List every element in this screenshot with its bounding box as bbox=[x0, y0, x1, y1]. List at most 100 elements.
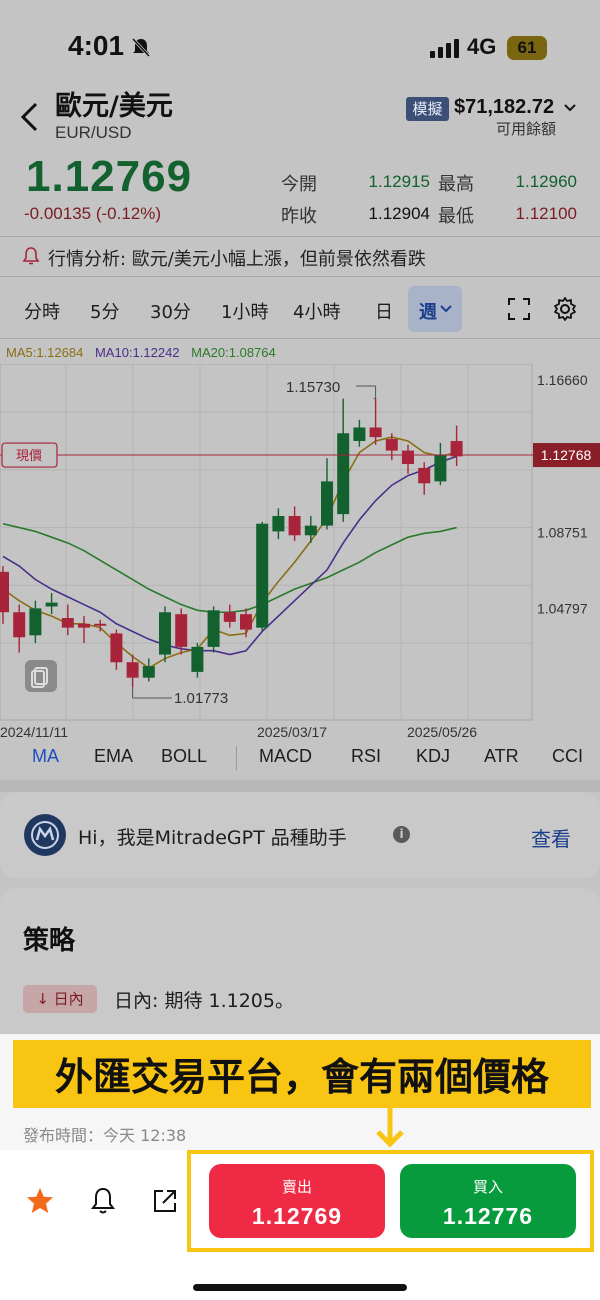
candle-body bbox=[126, 662, 139, 678]
ma5-legend: MA5:1.12684 bbox=[6, 345, 84, 360]
indicator-tab-atr[interactable]: ATR bbox=[484, 746, 519, 767]
x-tick-label: 2024/11/11 bbox=[0, 724, 68, 740]
candle-body bbox=[223, 612, 236, 622]
candle-body bbox=[288, 516, 301, 536]
candle-body bbox=[61, 618, 74, 628]
tab-timeframe-4h[interactable]: 4小時 bbox=[293, 298, 340, 324]
annotation-low-label: 1.01773 bbox=[174, 690, 228, 707]
strategy-title: 策略 bbox=[23, 926, 76, 956]
low-value: 1.12100 bbox=[515, 204, 577, 223]
candle-body bbox=[78, 623, 90, 628]
mute-bell-icon bbox=[131, 37, 151, 58]
candle-body bbox=[207, 610, 220, 647]
back-arrow-icon[interactable] bbox=[18, 100, 42, 134]
annotation-high-label: 1.15730 bbox=[286, 379, 340, 396]
buy-price: 1.12776 bbox=[442, 1203, 534, 1229]
current-price-label: 1.12768 bbox=[541, 447, 592, 463]
pair-code: EUR/USD bbox=[55, 123, 132, 142]
copy-icon[interactable] bbox=[25, 660, 57, 692]
candle-body bbox=[0, 571, 9, 613]
tab-timeframe-1h[interactable]: 1小時 bbox=[221, 298, 268, 324]
indicator-tab-cci[interactable]: CCI bbox=[552, 746, 583, 767]
gpt-greeting: Hi，我是MitradeGPT 品種助手 bbox=[78, 827, 347, 849]
fullscreen-icon[interactable] bbox=[507, 297, 531, 321]
price-alert-bell-icon[interactable] bbox=[88, 1186, 118, 1216]
alert-bell-icon bbox=[22, 247, 40, 265]
tab-timeframe-week[interactable]: 週 bbox=[419, 298, 437, 324]
low-label: 最低 bbox=[438, 206, 474, 227]
indicator-tab-ma[interactable]: MA bbox=[32, 746, 59, 767]
prev-close-label: 昨收 bbox=[281, 206, 317, 227]
candle-body bbox=[434, 454, 447, 482]
chevron-down-icon[interactable] bbox=[563, 103, 577, 113]
buy-button[interactable]: 買入 1.12776 bbox=[400, 1164, 576, 1238]
status-time: 4:01 bbox=[68, 30, 125, 61]
settings-gear-icon[interactable] bbox=[552, 296, 578, 322]
ma-legend: MA5:1.12684 MA10:1.12242 MA20:1.08764 bbox=[6, 345, 276, 360]
info-icon[interactable]: i bbox=[393, 826, 410, 843]
candle-body bbox=[337, 433, 350, 515]
account-balance[interactable]: $71,182.72 bbox=[454, 96, 554, 119]
pair-title: 歐元/美元 bbox=[55, 91, 173, 122]
network-type: 4G bbox=[467, 34, 497, 59]
banner-text: 外匯交易平台，會有兩個價格 bbox=[54, 1055, 549, 1099]
candle-body bbox=[256, 523, 269, 628]
candle-body bbox=[418, 467, 431, 484]
candle-body bbox=[304, 525, 317, 536]
y-tick-label: 1.08751 bbox=[537, 524, 588, 540]
demo-mode-badge: 模擬 bbox=[406, 97, 449, 121]
candle-body bbox=[110, 633, 123, 663]
candle-body bbox=[385, 439, 398, 451]
y-tick-label: 1.04797 bbox=[537, 600, 588, 616]
divider bbox=[0, 338, 600, 339]
market-analysis-text[interactable]: 行情分析: 歐元/美元小幅上漲，但前景依然看跌 bbox=[48, 245, 426, 271]
indicator-tab-ema[interactable]: EMA bbox=[94, 746, 133, 767]
publish-time: 發布時間：今天 12:38 bbox=[23, 1126, 187, 1145]
tab-timeframe-day[interactable]: 日 bbox=[375, 298, 393, 324]
candle-body bbox=[191, 646, 204, 672]
tab-timeframe-5m[interactable]: 5分 bbox=[90, 298, 119, 324]
high-value: 1.12960 bbox=[515, 172, 577, 191]
ma5-line bbox=[2, 436, 457, 669]
candle-body bbox=[321, 481, 333, 526]
indicator-tab-kdj[interactable]: KDJ bbox=[416, 746, 450, 767]
mitrade-logo-icon bbox=[24, 814, 66, 856]
candle-body bbox=[159, 612, 171, 655]
ma-lines bbox=[2, 436, 457, 669]
candle-body bbox=[402, 450, 414, 465]
candle-body bbox=[94, 623, 107, 626]
prev-close-value: 1.12904 bbox=[368, 204, 430, 223]
tab-timeframe-30m[interactable]: 30分 bbox=[150, 298, 191, 324]
indicator-tab-boll[interactable]: BOLL bbox=[161, 746, 207, 767]
sell-price: 1.12769 bbox=[251, 1203, 343, 1229]
favorite-star-icon[interactable] bbox=[25, 1186, 55, 1216]
share-icon[interactable] bbox=[150, 1186, 180, 1216]
tab-timeframe-tick[interactable]: 分時 bbox=[24, 298, 60, 324]
chevron-down-icon[interactable] bbox=[440, 304, 452, 313]
section-gap bbox=[0, 780, 600, 792]
candle-body bbox=[142, 666, 155, 678]
indicator-divider bbox=[236, 746, 237, 770]
candle-body bbox=[29, 608, 42, 636]
current-price-tag: 現價 bbox=[16, 449, 42, 464]
x-tick-label: 2025/03/17 bbox=[257, 724, 327, 740]
candle-body bbox=[175, 614, 188, 647]
indicator-tab-macd[interactable]: MACD bbox=[259, 746, 312, 767]
divider bbox=[0, 236, 600, 237]
ma10-legend: MA10:1.12242 bbox=[94, 345, 180, 360]
candle-body bbox=[369, 427, 382, 438]
arrow-down-icon bbox=[376, 1108, 404, 1148]
candlestick-chart[interactable]: 現價 1.12768 1.16660 1.08751 1.04797 1.15730 1.0… bbox=[0, 364, 600, 744]
buy-label: 買入 bbox=[472, 1178, 503, 1196]
indicator-tab-rsi[interactable]: RSI bbox=[351, 746, 381, 767]
sell-button[interactable]: 賣出 1.12769 bbox=[209, 1164, 385, 1238]
gpt-view-link[interactable]: 查看 bbox=[531, 823, 571, 852]
battery-icon: 61 bbox=[507, 36, 547, 60]
open-value: 1.12915 bbox=[368, 172, 430, 191]
high-label: 最高 bbox=[438, 174, 474, 195]
current-price: 1.12769 bbox=[26, 152, 193, 201]
home-indicator bbox=[193, 1284, 407, 1291]
candle-body bbox=[272, 516, 285, 532]
x-tick-label: 2025/05/26 bbox=[407, 724, 477, 740]
intraday-tag: ↓ 日內 bbox=[23, 985, 97, 1013]
